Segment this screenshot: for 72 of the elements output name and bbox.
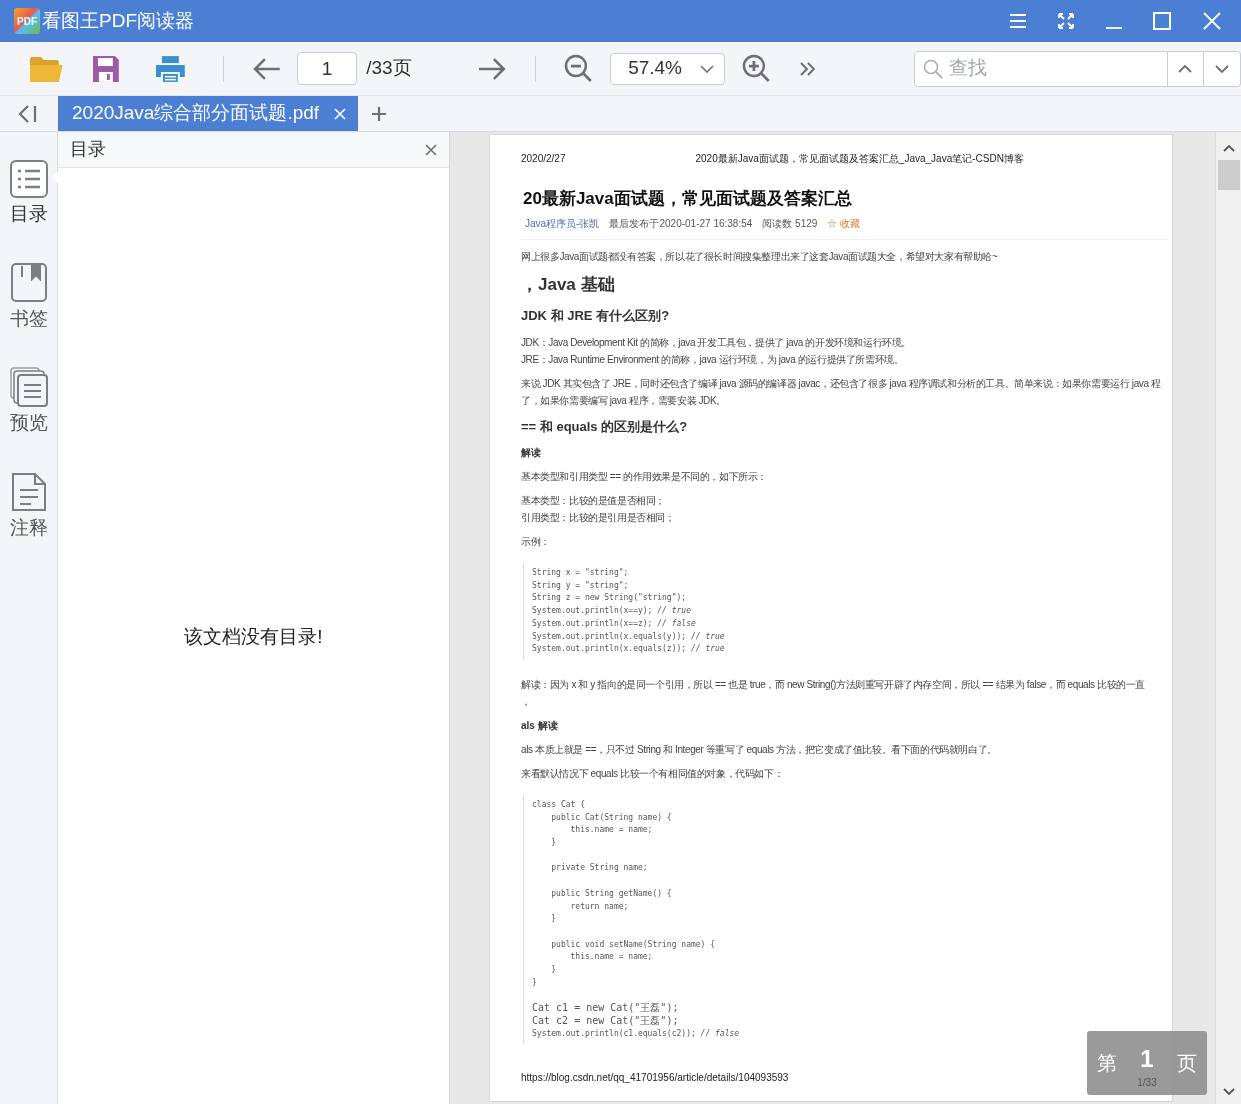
question-heading: JDK 和 JRE 有什么区别? [521,307,671,325]
page-header-date: 2020/2/27 [521,152,566,166]
paragraph: 网上很多Java面试题都没有答案，所以花了很长时间搜集整理出来了这套Java面试题大全，希望对大家有帮助哈~ [521,249,998,264]
article-title: 20最新Java面试题，常见面试题及答案汇总 [523,188,853,210]
page-indicator-total: 1/33 [1137,1075,1157,1090]
page-indicator-label: 页 [1177,1051,1197,1076]
next-page-icon[interactable] [477,56,507,81]
print-icon[interactable] [154,54,186,83]
section-heading: ，Java 基础 [521,273,616,296]
page-header-title: 2020最新Java面试题，常见面试题及答案汇总_Java_Java笔记-CSDN博客 [695,152,1024,166]
zoom-dropdown[interactable]: 57.4% [610,52,725,85]
search-field[interactable]: 查找 [914,50,1168,87]
subheading: 解读 [521,446,542,460]
chevron-up-icon [1178,64,1193,73]
publish-date: 最后发布于2020-01-27 16:38:54 [609,216,753,231]
list-icon [9,160,48,198]
scroll-up-icon[interactable] [1222,144,1235,152]
zoom-out-icon[interactable] [564,54,594,83]
save-icon[interactable] [91,54,120,83]
scroll-down-icon[interactable] [1222,1088,1235,1096]
page-total: /33页 [366,56,412,81]
author-link[interactable]: Java程序员-张凯 [525,215,600,231]
bookmark-icon [9,262,48,303]
panel-title: 目录 [70,138,106,161]
paragraph: 示例： [521,535,550,549]
paragraph: JDK：Java Development Kit 的简称，java 开发工具包，提供了 java 的开发环境和运行环境。 [521,335,911,350]
page-footer-url: https://blog.csdn.net/qq_41701956/article/details/104093593 [521,1071,789,1085]
find-next-button[interactable] [1204,50,1241,87]
paragraph: 基本类型和引用类型 == 的作用效果是不同的，如下所示： [521,470,768,484]
collapse-sidebar-icon[interactable] [18,103,38,124]
paragraph: als 本质上就是 ==，只不过 String 和 Integer 等重写了 equals 方法，把它变成了值比较。看下面的代码就明白了。 [521,742,997,757]
folder-icon[interactable] [29,54,64,83]
paragraph: 来看默认情况下 equals 比较一个有相同值的对象，代码如下： [521,766,784,781]
subheading: als 解读 [521,718,559,733]
sidebar-item[interactable]: 预览 [0,367,58,438]
search-input[interactable]: 查找 [949,54,1150,83]
zoom-in-icon[interactable] [741,54,771,83]
search-icon [923,58,944,79]
empty-message: 该文档没有目录! [184,625,323,649]
paragraph: JRE：Java Runtime Environment 的简称，java 运行环境，为 java 的运行提供了所需环境。 [521,352,904,367]
paragraph: ， [521,694,531,709]
chevron-down-icon [1215,64,1230,73]
scrollbar-thumb[interactable] [1217,160,1240,190]
paragraph: 引用类型：比较的是引用是否相同； [521,511,675,525]
page-number-field[interactable]: 1 [297,52,358,85]
fullscreen-icon[interactable] [1057,12,1075,30]
pages-icon [9,367,48,407]
paragraph: 解读：因为 x 和 y 指向的是同一个引用，所以 == 也是 true，而 new String()方法则重写开辟了内存空间，所以 == 结果为 false，而 equals 比较的一直 [521,677,1145,692]
sidebar-item[interactable]: 注释 [0,471,58,542]
question-heading: == 和 equals 的区别是什么? [521,417,689,436]
more-icon[interactable] [800,61,816,76]
page-indicator-label: 第 [1097,1051,1117,1076]
page-indicator-number: 1 [1140,1046,1154,1071]
document-icon [10,471,47,512]
chevron-down-icon [699,64,714,73]
find-previous-button[interactable] [1167,50,1205,87]
close-tab-icon[interactable] [334,107,346,120]
menu-icon[interactable] [1009,13,1027,29]
previous-page-icon[interactable] [253,56,282,81]
app-logo: PDF [14,8,40,34]
close-icon[interactable] [425,143,437,156]
paragraph: 基本类型：比较的是值是否相同； [521,494,665,508]
add-tab-icon[interactable] [371,105,387,122]
paragraph: 了，如果你需要编写 java 程序，需要安装 JDK。 [521,393,726,408]
window-title: 看图王PDF阅读器 [42,8,194,33]
code-block: String x = "string"; String y = "string"; String z = new String("string"); System.out.println(x==y); // true System.out.println(x==z); // false System.out.println(x.equals(y)); // true System.out.println(x.equals(z)); // true [523,563,1168,660]
document-tab[interactable]: 2020Java综合部分面试题.pdf [58,96,358,131]
vertical-scrollbar[interactable] [1215,132,1241,1104]
read-count: 阅读数 5129 [762,216,818,231]
sidebar-item[interactable]: 书签 [0,262,58,333]
paragraph: 来说 JDK 其实包含了 JRE，同时还包含了编译 java 源码的编译器 javac，还包含了很多 java 程序调试和分析的工具。简单来说：如果你需要运行 java 程 [521,376,1161,391]
maximize-icon[interactable] [1153,12,1171,30]
